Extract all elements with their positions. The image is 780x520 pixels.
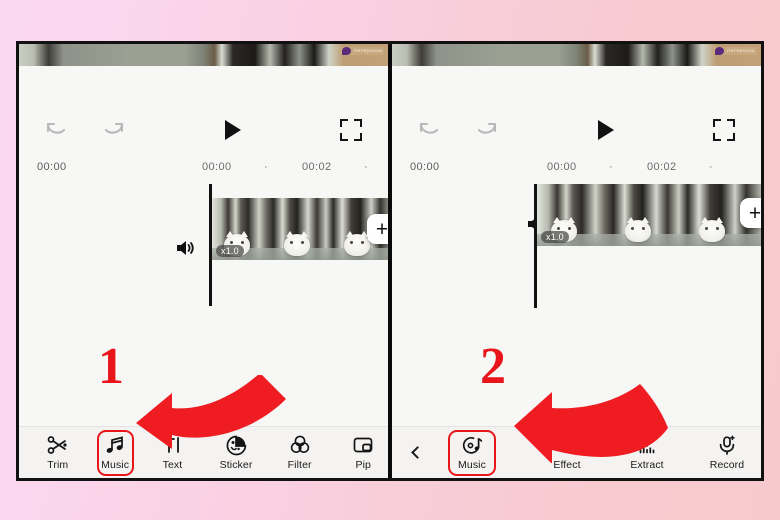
- clip-cat-3: [344, 231, 370, 256]
- scissors-icon: [47, 435, 69, 456]
- tool-music[interactable]: Music: [448, 429, 496, 476]
- tool-label: Music: [101, 458, 130, 471]
- clip-cat-2: [625, 217, 651, 242]
- timeline-ruler-right: 00:00 00:00 · 00:02 ·: [392, 158, 761, 176]
- watermark-label: пятёрочка: [726, 48, 755, 54]
- video-preview-strip: пятёрочка: [19, 44, 388, 66]
- add-clip-button[interactable]: +: [740, 198, 761, 228]
- tool-label: Filter: [287, 458, 312, 471]
- ruler-dot-1: ·: [609, 161, 614, 173]
- ruler-tick-1: 00:00: [202, 161, 232, 173]
- add-clip-button[interactable]: +: [367, 214, 388, 244]
- undo-icon[interactable]: [39, 119, 73, 141]
- tool-label: Text: [162, 458, 183, 471]
- ruler-dot-1: ·: [264, 161, 269, 173]
- redo-icon[interactable]: [470, 119, 504, 141]
- undo-icon[interactable]: [412, 119, 446, 141]
- redo-icon[interactable]: [97, 119, 131, 141]
- ruler-start-time: 00:00: [37, 161, 67, 173]
- watermark-logo-icon: [341, 47, 351, 55]
- music-notes-icon: [104, 435, 126, 456]
- annotation-arrow-2: [514, 384, 668, 463]
- tool-pip[interactable]: Pip: [338, 430, 388, 476]
- pip-icon: [352, 435, 374, 456]
- tool-music[interactable]: Music: [96, 429, 134, 476]
- watermark-logo-icon: [714, 47, 724, 55]
- video-clip-thumbnail[interactable]: x1.0: [212, 198, 388, 260]
- tool-label: Pip: [355, 458, 371, 471]
- speed-badge[interactable]: x1.0: [216, 245, 244, 257]
- ruler-start-time: 00:00: [410, 161, 440, 173]
- tool-label: Record: [709, 458, 745, 471]
- fullscreen-icon[interactable]: [707, 119, 741, 141]
- back-chevron-icon: [410, 442, 424, 463]
- video-preview-strip: пятёрочка: [392, 44, 761, 66]
- annotation-arrow-1: [136, 375, 286, 449]
- video-clip-thumbnail[interactable]: x1.0: [537, 184, 761, 246]
- clip-cat-2: [284, 231, 310, 256]
- tool-label: Trim: [47, 458, 69, 471]
- back-button[interactable]: [400, 430, 434, 476]
- tool-record[interactable]: Record: [694, 430, 760, 476]
- microphone-icon: [716, 434, 738, 456]
- speed-badge[interactable]: x1.0: [541, 231, 569, 243]
- speaker-icon[interactable]: [174, 238, 196, 263]
- fullscreen-icon[interactable]: [334, 119, 368, 141]
- ruler-tick-2: 00:02: [647, 161, 677, 173]
- ruler-tick-1: 00:00: [547, 161, 577, 173]
- play-icon[interactable]: [131, 120, 334, 140]
- ruler-tick-2: 00:02: [302, 161, 332, 173]
- play-icon[interactable]: [504, 120, 707, 140]
- tool-label: Sticker: [219, 458, 253, 471]
- playback-controls-left: [19, 110, 388, 150]
- clip-cat-3: [699, 217, 725, 242]
- playback-controls-right: [392, 110, 761, 150]
- ruler-dot-2: ·: [709, 161, 714, 173]
- ruler-dot-2: ·: [364, 161, 369, 173]
- tool-label: Music: [458, 458, 486, 471]
- timeline-ruler-left: 00:00 00:00 · 00:02 ·: [19, 158, 388, 176]
- music-disc-icon: [461, 435, 483, 456]
- video-watermark: пятёрочка: [712, 47, 757, 55]
- step-number-2: 2: [480, 338, 506, 395]
- watermark-label: пятёрочка: [353, 48, 382, 54]
- tool-trim[interactable]: Trim: [33, 430, 83, 476]
- video-watermark: пятёрочка: [339, 47, 384, 55]
- step-number-1: 1: [98, 338, 124, 395]
